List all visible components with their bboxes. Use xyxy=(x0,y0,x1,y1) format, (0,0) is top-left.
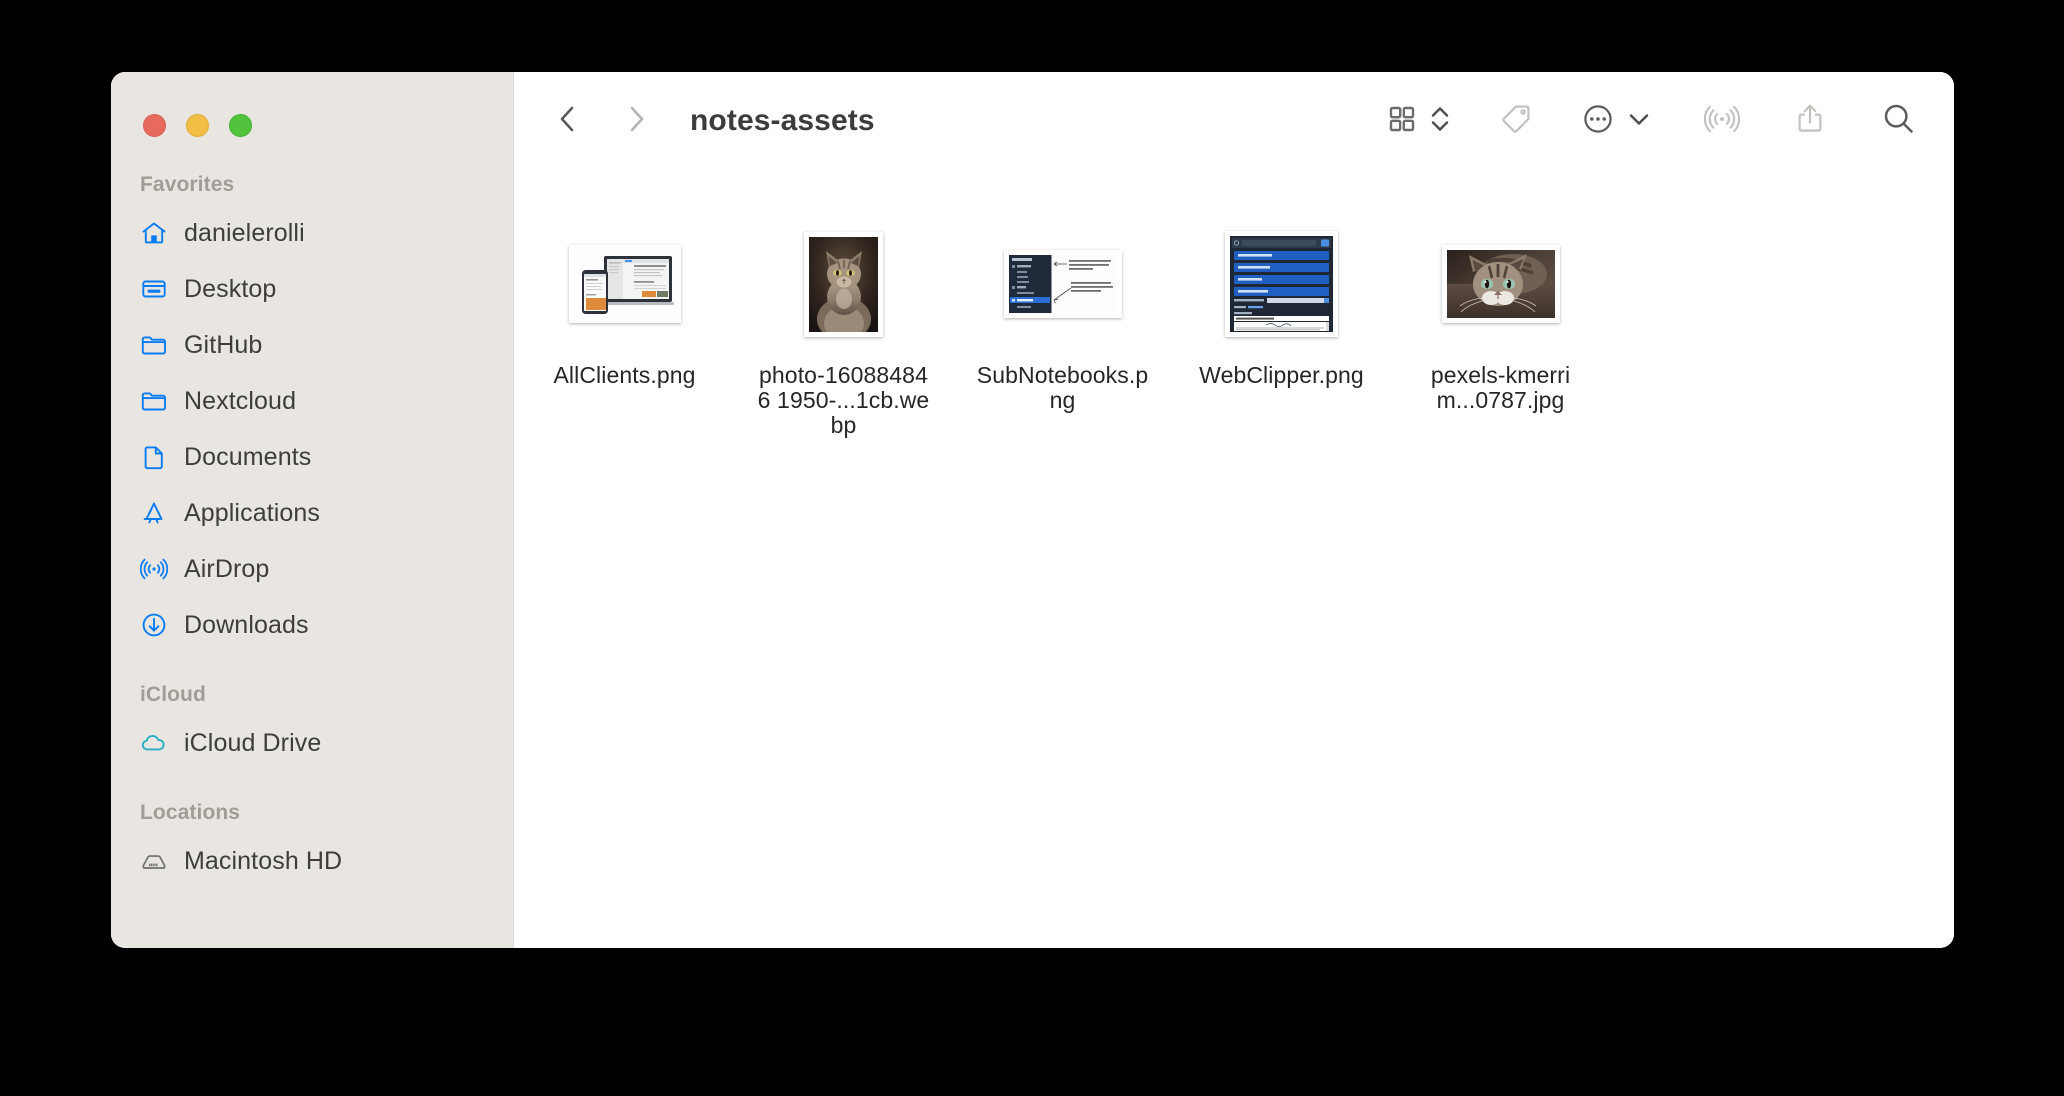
home-icon xyxy=(140,219,168,247)
file-item[interactable]: SubNotebooks.png xyxy=(976,225,1149,437)
airdrop-button[interactable] xyxy=(1703,101,1741,142)
grid-view-icon xyxy=(1386,103,1418,140)
chevron-down-icon xyxy=(1626,106,1652,137)
maximize-button[interactable] xyxy=(229,114,252,137)
downloads-icon xyxy=(140,611,168,639)
minimize-button[interactable] xyxy=(186,114,209,137)
file-item[interactable]: photo-160884846 1950-...1cb.webp xyxy=(757,225,930,437)
sidebar-section-icloud: iCloud iCloud Drive xyxy=(111,683,513,771)
sidebar-section-header-locations: Locations xyxy=(140,801,241,824)
sidebar-item-label: Desktop xyxy=(184,274,277,303)
sidebar-item-github[interactable]: GitHub xyxy=(111,317,513,373)
sidebar-item-icloud-drive[interactable]: iCloud Drive xyxy=(111,715,513,771)
finder-window: Favorites danielerolli Desktop GitHub Ne… xyxy=(111,72,1954,948)
applications-icon xyxy=(140,499,168,527)
search-button[interactable] xyxy=(1880,100,1918,143)
sidebar-section-header-favorites: Favorites xyxy=(140,173,235,196)
sidebar-item-label: iCloud Drive xyxy=(184,728,322,757)
cloud-icon xyxy=(140,729,168,757)
file-item[interactable]: WebClipper.png xyxy=(1195,225,1368,437)
finder-toolbar: notes-assets xyxy=(514,72,1954,170)
finder-main-pane: notes-assets AllClients.png photo-160884… xyxy=(514,72,1954,948)
share-icon xyxy=(1792,101,1828,142)
chevron-right-icon xyxy=(619,102,653,141)
tag-icon xyxy=(1498,101,1534,142)
close-button[interactable] xyxy=(143,114,166,137)
sidebar-item-downloads[interactable]: Downloads xyxy=(111,597,513,653)
search-icon xyxy=(1880,100,1918,143)
sidebar-item-label: AirDrop xyxy=(184,554,270,583)
sidebar-item-applications[interactable]: Applications xyxy=(111,485,513,541)
file-item[interactable]: pexels-kmerrim...0787.jpg xyxy=(1414,225,1587,437)
finder-sidebar: Favorites danielerolli Desktop GitHub Ne… xyxy=(111,72,514,948)
file-name: pexels-kmerrim...0787.jpg xyxy=(1430,362,1571,413)
back-button[interactable] xyxy=(544,97,592,145)
tag-button[interactable] xyxy=(1498,101,1534,142)
file-thumbnail xyxy=(568,225,681,343)
page-title: notes-assets xyxy=(690,104,875,137)
sidebar-section-favorites: Favorites danielerolli Desktop GitHub Ne… xyxy=(111,173,513,653)
folder-icon xyxy=(140,331,168,359)
sidebar-item-documents[interactable]: Documents xyxy=(111,429,513,485)
chevron-up-down-icon xyxy=(1428,102,1452,141)
folder-icon xyxy=(140,387,168,415)
sidebar-item-desktop[interactable]: Desktop xyxy=(111,261,513,317)
file-name: AllClients.png xyxy=(553,362,696,388)
file-item[interactable]: AllClients.png xyxy=(538,225,711,437)
chevron-left-icon xyxy=(551,102,585,141)
file-thumbnail xyxy=(1441,225,1560,343)
sidebar-item-label: GitHub xyxy=(184,330,263,359)
file-thumbnail xyxy=(1003,225,1122,343)
file-grid: AllClients.png photo-160884846 1950-...1… xyxy=(538,225,1954,437)
grid-view-button[interactable] xyxy=(1386,103,1418,140)
sidebar-item-macintosh-hd[interactable]: Macintosh HD xyxy=(111,833,513,889)
ellipsis-circle-icon xyxy=(1580,101,1616,142)
sidebar-item-nextcloud[interactable]: Nextcloud xyxy=(111,373,513,429)
desktop-background: Favorites danielerolli Desktop GitHub Ne… xyxy=(0,0,2064,1096)
share-button[interactable] xyxy=(1792,101,1828,142)
sidebar-item-label: Applications xyxy=(184,498,321,527)
file-thumbnail xyxy=(804,225,883,343)
file-name: WebClipper.png xyxy=(1199,362,1364,388)
document-icon xyxy=(140,443,168,471)
file-name: SubNotebooks.png xyxy=(976,362,1149,413)
sidebar-item-label: Nextcloud xyxy=(184,386,297,415)
airdrop-icon xyxy=(140,555,168,583)
more-actions-chevron[interactable] xyxy=(1626,106,1652,137)
sidebar-item-label: danielerolli xyxy=(184,218,305,247)
desktop-icon xyxy=(140,275,168,303)
view-options-group[interactable] xyxy=(1386,102,1452,141)
forward-button[interactable] xyxy=(612,97,660,145)
more-actions-button[interactable] xyxy=(1580,101,1616,142)
sidebar-section-locations: Locations Macintosh HD xyxy=(111,801,513,889)
window-controls xyxy=(111,72,513,137)
sidebar-item-label: Downloads xyxy=(184,610,309,639)
sidebar-item-danielerolli[interactable]: danielerolli xyxy=(111,205,513,261)
view-sort-stepper[interactable] xyxy=(1428,102,1452,141)
file-thumbnail xyxy=(1225,225,1338,343)
airdrop-icon xyxy=(1703,101,1741,142)
harddisk-icon xyxy=(140,847,168,875)
more-actions-group[interactable] xyxy=(1580,101,1652,142)
file-name: photo-160884846 1950-...1cb.webp xyxy=(757,362,930,438)
sidebar-section-header-icloud: iCloud xyxy=(140,683,206,706)
sidebar-item-label: Macintosh HD xyxy=(184,846,343,875)
file-browser-area[interactable]: AllClients.png photo-160884846 1950-...1… xyxy=(514,170,1954,948)
sidebar-item-label: Documents xyxy=(184,442,312,471)
sidebar-item-airdrop[interactable]: AirDrop xyxy=(111,541,513,597)
